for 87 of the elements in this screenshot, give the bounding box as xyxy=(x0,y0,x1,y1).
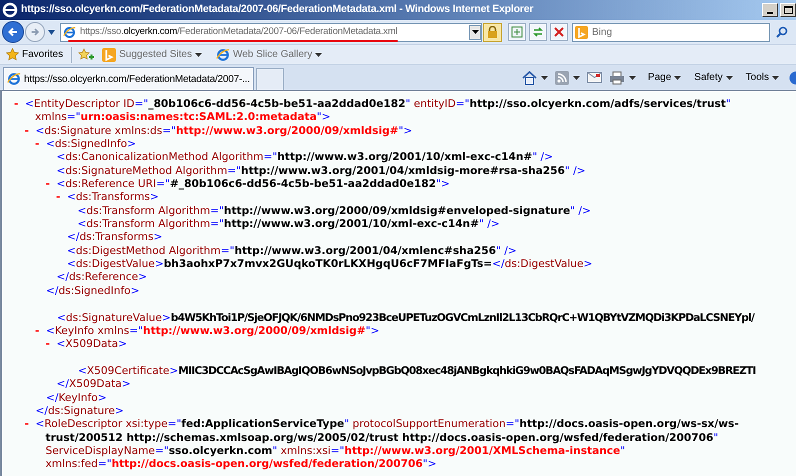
favorites-button[interactable]: Favorites xyxy=(4,47,66,62)
favorites-bar-link[interactable]: Web Slice Gallery xyxy=(214,47,324,62)
star-icon xyxy=(6,48,19,61)
minimize-button[interactable] xyxy=(762,3,778,17)
maximize-icon xyxy=(784,6,792,14)
xml-line: <ds:Reference URI="#_80b106c6-dd56-4c5b-be51-aa2ddad0e182"> xyxy=(56,178,450,190)
address-field[interactable]: https://sso.olcyerkn.com/FederationMetadata/2007-06/FederationMetadata.xml xyxy=(60,22,482,42)
back-arrow-icon xyxy=(7,26,19,38)
home-button[interactable] xyxy=(520,70,550,84)
collapse-toggle[interactable]: - xyxy=(24,418,29,432)
forward-arrow-icon xyxy=(30,27,40,37)
xml-line: <ds:Transform Algorithm="http://www.w3.org/2001/10/xml-exc-c14n#" /> xyxy=(78,218,500,230)
favorites-bar-link[interactable]: Suggested Sites xyxy=(100,47,204,62)
xml-line: xmlns:fed="http://docs.oasis-open.org/wsfed/federation/200706"> xyxy=(46,458,437,470)
xml-line: <ds:SignedInfo> xyxy=(46,138,136,150)
collapse-toggle[interactable]: - xyxy=(35,138,40,152)
search-provider-icon xyxy=(575,26,588,38)
browser-tab[interactable]: https://sso.olcyerkn.com/FederationMetadata/2007-... xyxy=(3,67,254,90)
search-field[interactable]: Bing xyxy=(572,22,770,42)
caret-icon xyxy=(572,76,580,80)
back-button[interactable] xyxy=(2,21,24,43)
caret-icon xyxy=(628,76,636,80)
command-menu-button[interactable]: Safety xyxy=(691,70,736,85)
stop-button[interactable] xyxy=(550,23,568,41)
browser-logo-icon xyxy=(2,2,18,18)
xml-line: </ds:Signature> xyxy=(36,404,124,417)
xml-line: <ds:Signature xmlns:ds="http://www.w3.org/2000/09/xmldsig#"> xyxy=(36,124,412,137)
xml-line: <RoleDescriptor xsi:type="fed:ApplicationServiceType" protocolSupportEnumeration="http://docs.oasis-open.org/ws-sx/ws- xyxy=(36,418,739,430)
dropdown-arrow-icon[interactable] xyxy=(48,30,55,34)
minimize-icon xyxy=(767,12,773,14)
caret-icon xyxy=(194,52,202,56)
search-input[interactable]: Bing xyxy=(592,24,762,40)
caret-icon xyxy=(540,76,548,80)
home-icon xyxy=(522,70,537,84)
xml-line: <ds:CanonicalizationMethod Algorithm="http://www.w3.org/2001/10/xml-exc-c14n#" /> xyxy=(56,151,553,164)
xml-line: </KeyInfo> xyxy=(46,392,107,404)
padlock-icon xyxy=(487,26,498,38)
maximize-button[interactable] xyxy=(780,3,796,17)
window-title: https://sso.olcyerkn.com/FederationMetadata/2007-06/FederationMetadata.xml - Windows Internet Explorer xyxy=(21,2,534,18)
mail-button[interactable] xyxy=(584,72,604,83)
xml-line: <ds:Transform Algorithm="http://www.w3.org/2000/09/xmldsig#enveloped-signature" /> xyxy=(78,204,591,217)
collapse-toggle[interactable]: - xyxy=(14,98,18,112)
collapse-toggle[interactable]: - xyxy=(46,178,50,192)
browser-logo-icon xyxy=(216,48,230,62)
xml-line: <EntityDescriptor ID="_80b106c6-dd56-4c5b-be51-aa2ddad0e182" entityID="http://sso.olcyerkn.com/adfs/services/trust" xyxy=(25,98,731,110)
xml-line: <ds:SignatureValue>b4W5KhToi1P/SjeOFJQK/6NMDsPno923BceUPETuzOGVCmLznIl2L13CbRQrC+W1QBYtVZMQDi3KPDaLCSNEYpl/ xyxy=(57,312,754,324)
xml-line: <ds:DigestMethod Algorithm="http://www.w3.org/2001/04/xmlenc#sha256" /> xyxy=(67,244,517,257)
xml-line: xmlns="urn:oasis:names:tc:SAML:2.0:metadata"> xyxy=(35,111,331,124)
xml-line: trust/200512 http://schemas.xmlsoap.org/ws/2005/02/trust http://docs.oasis-open.org/wsfed/federation/200706" xyxy=(46,432,718,444)
xml-line: <KeyInfo xmlns="http://www.w3.org/2000/09/xmldsig#"> xyxy=(46,324,380,337)
security-lock-button[interactable] xyxy=(483,22,502,42)
xml-line: </ds:Reference> xyxy=(56,271,148,284)
caret-icon xyxy=(315,52,322,56)
collapse-toggle[interactable]: - xyxy=(46,338,50,352)
refresh-button[interactable] xyxy=(529,23,547,41)
browser-logo-icon xyxy=(7,72,21,86)
feed-icon xyxy=(554,70,569,84)
xml-line: </ds:SignedInfo> xyxy=(46,284,140,297)
site-logo-icon xyxy=(102,48,116,62)
browser-logo-icon xyxy=(63,26,76,38)
xml-line: <ds:SignatureMethod Algorithm="http://www.w3.org/2001/04/xmldsig-more#rsa-sha256" /> xyxy=(56,164,586,177)
xml-line: <X509Certificate>MIIC3DCCAcSgAwIBAgIQOB6wNSoJvpBGbQ08xec48jANBgkqhkiG9w0BAQsFADAqMSgwJgYDVQQDEx9BREZTI xyxy=(78,364,756,377)
xml-line: </X509Data> xyxy=(56,378,131,390)
collapse-toggle[interactable]: - xyxy=(35,324,40,338)
xml-line: <ds:DigestValue>bh3aohxP7x7mvx2GUqkoTK0rLKXHgqU6cF7MFIaFgTs=</ds:DigestValue> xyxy=(67,258,592,270)
command-menu-button[interactable]: Page xyxy=(644,70,684,85)
collapse-toggle[interactable]: - xyxy=(56,191,60,205)
collapse-toggle[interactable]: - xyxy=(24,124,29,138)
feeds-button[interactable] xyxy=(552,70,582,84)
printer-icon xyxy=(608,70,625,84)
address-text: https://sso.olcyerkn.com/FederationMetadata/2007-06/FederationMetadata.xml xyxy=(80,24,398,39)
search-icon xyxy=(776,26,788,38)
caret-icon xyxy=(726,76,733,80)
compatibility-view-button[interactable] xyxy=(508,23,526,41)
xml-line: ServiceDisplayName="sso.olcyerkn.com" xmlns:xsi="http://www.w3.org/2001/XMLSchema-instance" xyxy=(46,444,626,457)
close-icon xyxy=(554,27,564,37)
xml-line: <X509Data> xyxy=(56,338,128,350)
refresh-icon xyxy=(532,26,544,38)
command-menu-button[interactable]: Tools xyxy=(742,70,782,85)
xml-line: <ds:Transforms> xyxy=(67,191,159,204)
caret-icon xyxy=(674,76,682,80)
address-dropdown-button[interactable] xyxy=(469,24,481,40)
add-favorite-icon[interactable] xyxy=(78,48,94,62)
caret-icon xyxy=(472,30,478,34)
envelope-icon xyxy=(586,72,602,83)
xml-line: </ds:Transforms> xyxy=(67,231,162,244)
caret-icon xyxy=(772,76,779,80)
